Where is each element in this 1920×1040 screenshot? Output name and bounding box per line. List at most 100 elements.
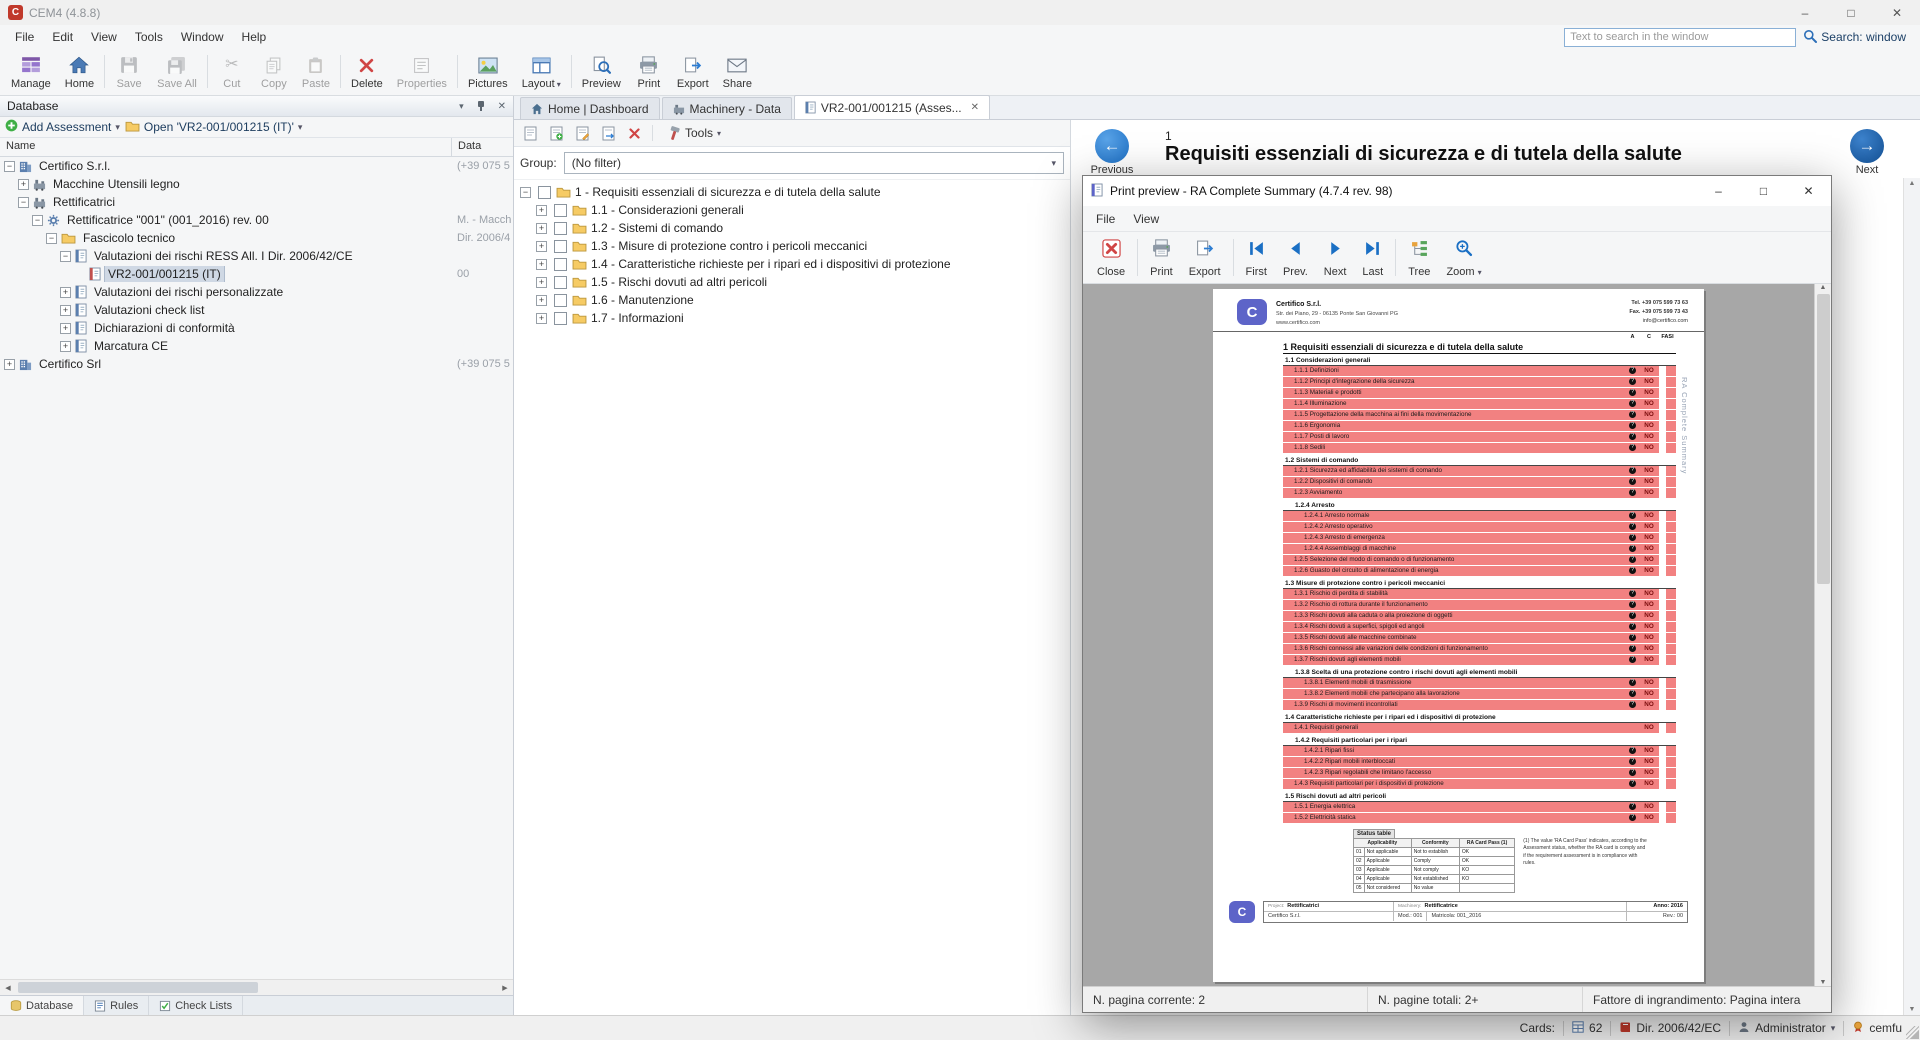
first-button[interactable]: First [1238,234,1275,281]
expand-icon[interactable]: + [536,259,547,270]
add-assessment-button[interactable]: Add Assessment ▾ [5,119,120,135]
prev-button[interactable]: Prev. [1275,234,1316,281]
requirement-checkbox[interactable] [554,240,567,253]
next-button[interactable]: → Next [1838,129,1896,176]
menu-tools[interactable]: Tools [126,27,172,47]
collapse-icon[interactable]: − [60,251,71,262]
expand-icon[interactable]: + [60,341,71,352]
share-button[interactable]: Share [716,51,759,92]
expand-icon[interactable]: + [536,241,547,252]
db-tree-item-marcatura-ce[interactable]: +Marcatura CE [0,337,513,355]
detail-vertical-scrollbar[interactable]: ▲ ▼ [1903,178,1920,1015]
delete-button[interactable]: Delete [344,51,390,92]
previous-arrow-icon[interactable]: ← [1095,129,1129,163]
collapse-icon[interactable]: − [46,233,57,244]
requirement-checkbox[interactable] [554,258,567,271]
window-search-button[interactable]: Search: window [1803,29,1906,46]
dialog-close-button[interactable]: ✕ [1786,176,1831,206]
requirement-checkbox[interactable] [554,222,567,235]
requirement-tree-item-1-7-informazioni[interactable]: +1.7 - Informazioni [514,309,1070,327]
menu-edit[interactable]: Edit [43,27,82,47]
preview-vertical-scrollbar[interactable]: ▲ ▼ [1814,284,1831,986]
db-tree-item-vr2-001-001215-it[interactable]: VR2-001/001215 (IT)00 [0,265,513,283]
menu-window[interactable]: Window [172,27,233,47]
expand-icon[interactable]: + [18,179,29,190]
collapse-icon[interactable]: − [32,215,43,226]
card-delete-button[interactable] [623,122,645,144]
card-export-button[interactable] [597,122,619,144]
open-assessment-caret[interactable]: ▾ [298,123,303,132]
menu-view[interactable]: View [82,27,126,47]
window-search-input[interactable] [1564,28,1796,47]
expand-icon[interactable]: + [60,305,71,316]
db-tree-item-dichiarazioni-di-conformit[interactable]: +Dichiarazioni di conformità [0,319,513,337]
requirement-tree-item-1-6-manutenzione[interactable]: +1.6 - Manutenzione [514,291,1070,309]
requirement-tree-item-1-1-considerazioni-generali[interactable]: +1.1 - Considerazioni generali [514,201,1070,219]
expand-icon[interactable]: + [536,223,547,234]
home-button[interactable]: Home [58,51,101,92]
export-button[interactable]: Export [670,51,716,92]
scroll-left-icon[interactable]: ◀ [0,984,16,992]
close-button[interactable]: ✕ [1874,0,1920,25]
layout-button[interactable]: Layout▾ [515,51,568,92]
expand-icon[interactable]: + [536,313,547,324]
scroll-thumb[interactable] [1817,294,1830,584]
next-button[interactable]: Next [1316,234,1355,281]
panel-close-icon[interactable]: ✕ [498,101,506,112]
user-menu[interactable]: Administrator ▾ [1738,1021,1835,1036]
column-header-name[interactable]: Name [0,138,452,156]
tools-button[interactable]: Tools▾ [660,124,727,143]
db-tree-item-macchine-utensili-legno[interactable]: +Macchine Utensili legno [0,175,513,193]
collapse-icon[interactable]: − [18,197,29,208]
pictures-button[interactable]: Pictures [461,51,515,92]
panel-menu-icon[interactable]: ▾ [459,101,464,112]
cut-button[interactable]: ✂Cut [211,51,253,92]
last-button[interactable]: Last [1354,234,1391,281]
expand-icon[interactable]: + [4,359,15,370]
db-tree-item-valutazioni-dei-rischi-ress-al[interactable]: −Valutazioni dei rischi RESS All. I Dir.… [0,247,513,265]
db-tree-item-fascicolo-tecnico[interactable]: −Fascicolo tecnicoDir. 2006/4 [0,229,513,247]
column-header-data[interactable]: Data [452,138,513,156]
tab-home-dashboard[interactable]: Home | Dashboard [520,97,660,119]
requirement-tree-item-1-4-caratteristiche-richieste-[interactable]: +1.4 - Caratteristiche richieste per i r… [514,255,1070,273]
panel-tab-database[interactable]: Database [0,996,84,1015]
expand-icon[interactable]: + [60,287,71,298]
card-edit-button[interactable] [571,122,593,144]
export-button[interactable]: Export [1181,234,1229,281]
print-button[interactable]: Print [1142,234,1181,281]
db-tree-item-valutazioni-check-list[interactable]: +Valutazioni check list [0,301,513,319]
expand-icon[interactable]: + [536,205,547,216]
card-insert-button[interactable] [545,122,567,144]
close-button[interactable]: Close [1089,234,1133,281]
menu-help[interactable]: Help [233,27,276,47]
scroll-right-icon[interactable]: ▶ [497,984,513,992]
dialog-maximize-button[interactable]: □ [1741,176,1786,206]
preview-menu-file[interactable]: File [1087,209,1124,229]
database-horizontal-scrollbar[interactable]: ◀ ▶ [0,979,513,995]
expand-icon[interactable]: + [536,277,547,288]
db-tree-item-certifico-s-r-l[interactable]: −Certifico S.r.l.(+39 075 5 [0,157,513,175]
print-button[interactable]: Print [628,51,670,92]
collapse-icon[interactable]: − [4,161,15,172]
tree-button[interactable]: Tree [1400,234,1438,281]
scroll-up-icon[interactable]: ▲ [1820,284,1827,291]
db-tree-item-rettificatrici[interactable]: −Rettificatrici [0,193,513,211]
preview-button[interactable]: Preview [575,51,628,92]
db-tree-item-valutazioni-dei-rischi-persona[interactable]: +Valutazioni dei rischi personalizzate [0,283,513,301]
requirement-checkbox[interactable] [538,186,551,199]
scroll-up-icon[interactable]: ▲ [1909,180,1916,187]
requirement-checkbox[interactable] [554,312,567,325]
requirement-tree-item-1-requisiti-essenziali-di-sicu[interactable]: −1 - Requisiti essenziali di sicurezza e… [514,183,1070,201]
requirement-tree-item-1-5-rischi-dovuti-ad-altri-per[interactable]: +1.5 - Rischi dovuti ad altri pericoli [514,273,1070,291]
directive-indicator[interactable]: Dir. 2006/42/EC [1619,1021,1721,1036]
dialog-minimize-button[interactable]: – [1696,176,1741,206]
save-all-button[interactable]: Save All [150,51,204,92]
scroll-down-icon[interactable]: ▼ [1909,1006,1916,1013]
previous-button[interactable]: ← Previous [1083,129,1141,176]
tab-close-icon[interactable]: ✕ [971,102,979,113]
group-filter-combo[interactable]: (No filter) ▾ [564,152,1064,174]
save-button[interactable]: Save [108,51,150,92]
panel-tab-rules[interactable]: Rules [84,996,149,1015]
open-assessment-button[interactable]: Open 'VR2-001/001215 (IT)' ▾ [125,120,303,135]
db-tree-item-rettificatrice-001-001-2016-re[interactable]: −Rettificatrice "001" (001_2016) rev. 00… [0,211,513,229]
